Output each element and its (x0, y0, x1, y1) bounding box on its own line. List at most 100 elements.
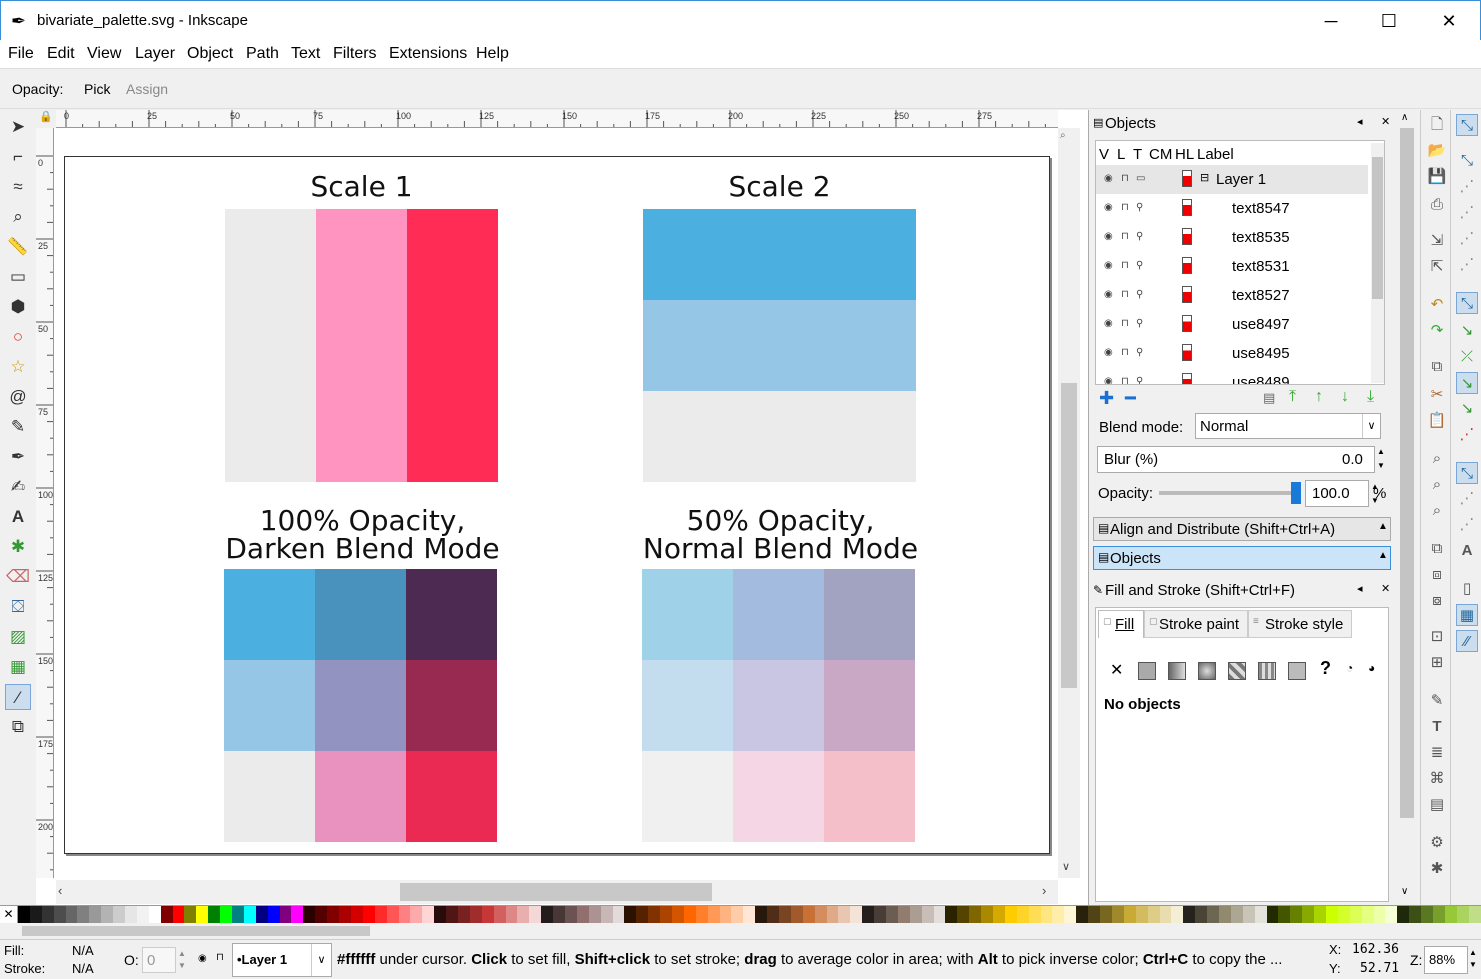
palette-swatch[interactable] (160, 906, 173, 924)
snap-guides-icon[interactable]: ⁄⁄ (1456, 630, 1478, 652)
radial-gradient-icon[interactable] (1198, 662, 1216, 680)
col-locked[interactable]: L (1117, 146, 1125, 163)
eye-icon[interactable]: ◉ (1104, 318, 1113, 329)
mesh-gradient-icon[interactable] (1228, 662, 1246, 680)
palette-swatch[interactable] (184, 906, 197, 924)
palette-swatch[interactable] (779, 906, 791, 924)
palette-swatch[interactable] (89, 906, 102, 924)
palette-swatch[interactable] (18, 906, 30, 924)
canvas-vertical-scrollbar[interactable]: ⌕ ∨ (1058, 128, 1080, 878)
flat-color-icon[interactable] (1138, 662, 1156, 680)
palette-swatch[interactable] (303, 906, 316, 924)
panel-iconify-icon[interactable]: ◂ (1357, 115, 1363, 128)
collapse-icon[interactable]: ⊟ (1200, 171, 1209, 184)
palette-swatch[interactable] (1421, 906, 1433, 924)
unset-paint-icon[interactable]: ? (1320, 658, 1331, 679)
zoom-drawing-icon[interactable]: ⌕ (1426, 474, 1448, 496)
print-icon[interactable]: ⎙ (1426, 194, 1448, 216)
object-label[interactable]: text8535 (1232, 229, 1290, 246)
highlight-color-icon[interactable] (1182, 228, 1192, 245)
scroll-left-arrow-icon[interactable]: ‹ (58, 883, 62, 898)
palette-swatch[interactable] (553, 906, 565, 924)
no-paint-swatch-icon[interactable]: ✕ (0, 906, 18, 924)
scale2-swatch-group[interactable] (643, 209, 916, 482)
blur-stepper-icon[interactable]: ▲ ▼ (1377, 445, 1385, 473)
palette-swatch[interactable] (1337, 906, 1350, 924)
palette-swatch[interactable] (564, 906, 577, 924)
palette-swatch[interactable] (850, 906, 863, 924)
fill-stroke-dialog-icon[interactable]: ✎ (1426, 690, 1448, 712)
darken-cell[interactable] (315, 660, 406, 751)
palette-swatch[interactable] (1373, 906, 1386, 924)
palette-swatch[interactable] (1432, 906, 1445, 924)
palette-swatch[interactable] (469, 906, 482, 924)
snap-paths-icon[interactable]: ↘ (1456, 320, 1478, 342)
palette-swatch[interactable] (172, 906, 185, 924)
snap-text-baseline-icon[interactable]: A (1456, 540, 1478, 562)
rectangle-tool-icon[interactable]: ▭ (5, 264, 31, 290)
palette-swatch[interactable] (434, 906, 447, 924)
object-label[interactable]: use8497 (1232, 316, 1290, 333)
palette-swatch[interactable] (1040, 906, 1053, 924)
palette-swatch[interactable] (767, 906, 779, 924)
darken-cell[interactable] (315, 569, 406, 660)
fill-rule-evenodd-icon[interactable]: ◔ (1346, 661, 1353, 675)
palette-swatch[interactable] (398, 906, 411, 924)
palette-swatch[interactable] (267, 906, 280, 924)
xml-editor-icon[interactable]: ⌘ (1426, 768, 1448, 790)
eye-icon[interactable]: ◉ (1104, 289, 1113, 300)
palette-swatch[interactable] (1230, 906, 1243, 924)
palette-swatch[interactable] (65, 906, 78, 924)
palette-swatch[interactable] (339, 906, 351, 924)
palette-swatch[interactable] (1456, 906, 1469, 924)
menu-help[interactable]: Help (476, 45, 509, 63)
palette-swatch[interactable] (196, 906, 209, 924)
zoom-field[interactable]: 88% (1424, 946, 1468, 974)
palette-swatch[interactable] (945, 906, 958, 924)
snap-smooth-nodes-icon[interactable]: ↘ (1456, 398, 1478, 420)
palette-swatch[interactable] (113, 906, 126, 924)
spray-tool-icon[interactable]: ✱ (5, 534, 31, 560)
horizontal-scroll-thumb[interactable] (400, 883, 712, 901)
snap-line-midpoints-icon[interactable]: ⋰ (1456, 424, 1478, 446)
copy-icon[interactable]: ⧉ (1426, 356, 1448, 378)
add-layer-icon[interactable]: ✚ (1099, 388, 1114, 409)
dock-scroll-thumb[interactable] (1400, 128, 1414, 818)
scale1-swatch-group[interactable] (225, 209, 498, 482)
paste-icon[interactable]: 📋 (1426, 410, 1448, 432)
palette-swatch[interactable] (101, 906, 114, 924)
palette-swatch[interactable] (993, 906, 1005, 924)
palette-swatch[interactable] (731, 906, 744, 924)
menu-view[interactable]: View (87, 45, 121, 63)
palette-swatch[interactable] (826, 906, 839, 924)
snap-object-midpoint-icon[interactable]: ⋰ (1456, 488, 1478, 510)
palette-swatch[interactable] (1218, 906, 1231, 924)
eye-icon[interactable]: ◉ (1104, 260, 1113, 271)
object-label[interactable]: text8547 (1232, 200, 1290, 217)
palette-swatch[interactable] (410, 906, 423, 924)
palette-swatch[interactable] (1016, 906, 1029, 924)
palette-swatch[interactable] (838, 906, 851, 924)
move-to-top-icon[interactable]: ⤒ (1289, 388, 1296, 406)
palette-swatch[interactable] (77, 906, 90, 924)
palette-swatch[interactable] (1183, 906, 1196, 924)
palette-swatch[interactable] (576, 906, 589, 924)
palette-swatch[interactable] (1111, 906, 1124, 924)
group-icon[interactable]: ⊡ (1426, 626, 1448, 648)
snap-bbox-icon[interactable]: ⤡ (1456, 150, 1478, 172)
export-icon[interactable]: ⇱ (1426, 256, 1448, 278)
save-icon[interactable]: 💾 (1426, 166, 1448, 188)
palette-swatch[interactable] (683, 906, 696, 924)
zoom-corner-icon[interactable]: ⌕ (1060, 130, 1066, 141)
lock-icon[interactable]: ⊓ (1121, 173, 1129, 184)
eye-icon[interactable]: ◉ (1104, 173, 1113, 184)
palette-swatch[interactable] (1409, 906, 1422, 924)
tab-stroke-style[interactable]: ≡ Stroke style (1248, 610, 1352, 638)
palette-swatch[interactable] (243, 906, 256, 924)
pencil-tool-icon[interactable]: ✎ (5, 414, 31, 440)
palette-swatch[interactable] (255, 906, 268, 924)
highlight-color-icon[interactable] (1182, 315, 1192, 332)
tweak-tool-icon[interactable]: ≈ (5, 174, 31, 200)
palette-swatch[interactable] (624, 906, 637, 924)
lock-icon[interactable]: ⊓ (1121, 260, 1129, 271)
